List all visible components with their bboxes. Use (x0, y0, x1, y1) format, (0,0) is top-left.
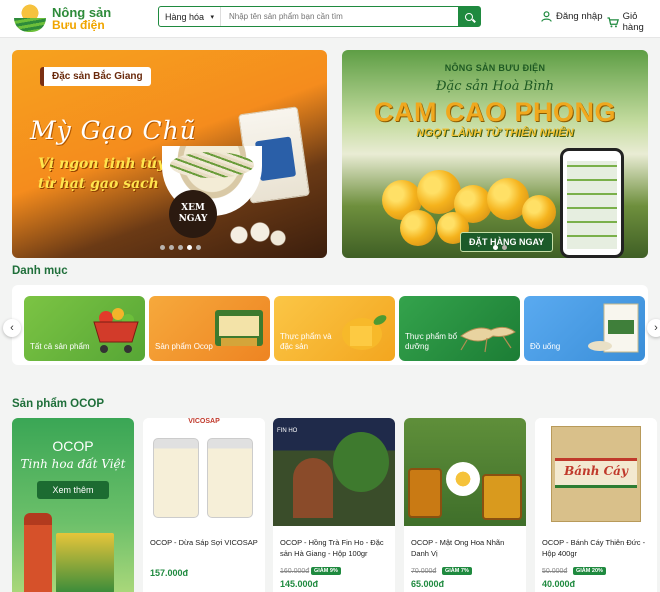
banner-my-gao-chu[interactable]: Đặc sản Bắc Giang Mỳ Gạo Chũ Vị ngon tin… (12, 50, 327, 258)
product-name: OCOP - Mật Ong Hoa Nhãn Danh Vị (411, 538, 505, 558)
carousel-dot[interactable] (160, 245, 165, 250)
login-label: Đăng nhập (556, 11, 603, 22)
user-icon (541, 11, 552, 22)
product-price: 40.000đ (542, 579, 576, 589)
category-nutritious-food[interactable]: Thực phẩm bổ dưỡng (399, 296, 520, 361)
category-food-specialty[interactable]: Thực phẩm và đặc sản (274, 296, 395, 361)
category-label: Thực phẩm và đặc sản (280, 332, 332, 351)
chevron-left-icon: ‹ (10, 322, 14, 334)
carousel-dot[interactable] (502, 245, 507, 250)
banner-cam-cao-phong[interactable]: NÔNG SẢN BƯU ĐIỆN Đặc sản Hoà Bình CAM C… (342, 50, 648, 258)
category-prev-arrow[interactable]: ‹ (3, 319, 21, 337)
product-image: VICOSAP (143, 418, 265, 526)
banner-slogan: NGỌT LÀNH TỪ THIÊN NHIÊN (416, 127, 574, 139)
discount-badge: GIẢM 7% (442, 567, 472, 575)
logo-line2: Bưu điện (52, 18, 105, 32)
product-name: OCOP - Hồng Trà Fin Ho - Đặc sản Hà Gian… (280, 538, 384, 558)
category-label: Sản phẩm Ocop (155, 342, 213, 351)
view-more-button[interactable]: Xem thêm (37, 481, 109, 499)
carousel-dot[interactable] (169, 245, 174, 250)
sauce-bottle-image (24, 513, 52, 592)
carousel-dot-active[interactable] (187, 245, 192, 250)
search-category-value: Hàng hóa (165, 11, 205, 22)
category-label: Đồ uống (530, 342, 561, 351)
category-list: Tất cả sản phẩm Sản phẩm Ocop Thực phẩm … (12, 285, 648, 365)
view-now-button[interactable]: XEM NGAY (169, 190, 217, 238)
category-drinks[interactable]: Đồ uống (524, 296, 645, 361)
cart-link[interactable]: Giỏ hàng (607, 11, 660, 33)
category-all-products[interactable]: Tất cả sản phẩm (24, 296, 145, 361)
category-label: Tất cả sản phẩm (30, 342, 90, 351)
product-price: 157.000đ (150, 568, 189, 578)
search-bar: Hàng hóa ▾ (158, 6, 481, 27)
cart-icon (607, 16, 619, 27)
shopping-cart-icon (93, 308, 139, 353)
chevron-right-icon: › (654, 322, 658, 334)
product-card[interactable]: Bánh Cáy OCOP - Bánh Cáy Thiên Đức - Hộp… (535, 418, 657, 592)
phone-mockup-image (560, 148, 624, 258)
tea-box-icon (588, 303, 639, 353)
category-ocop[interactable]: Sản phẩm Ocop (149, 296, 270, 361)
product-price: 145.000đ (280, 579, 319, 589)
promo-subtitle: Tinh hoa đất Việt (20, 457, 126, 471)
banner-tagline: Vị ngon tinh túy từ hạt gạo sạch (38, 156, 166, 192)
search-category-select[interactable]: Hàng hóa ▾ (159, 7, 221, 26)
categories-title: Danh mục (12, 265, 68, 277)
carousel-dot[interactable] (196, 245, 201, 250)
ginseng-icon (460, 326, 516, 353)
product-old-price: 160.000đ (280, 568, 310, 575)
banner-title: CAM CAO PHONG (374, 97, 616, 127)
cart-label: Giỏ hàng (622, 11, 644, 33)
product-image: FIN HO (273, 418, 395, 526)
search-button[interactable] (458, 7, 480, 26)
product-image: Bánh Cáy (535, 418, 657, 526)
products-title: Sản phẩm OCOP (12, 398, 105, 410)
ocop-promo-banner[interactable]: OCOP Tinh hoa đất Việt Xem thêm (12, 418, 134, 592)
banner-tag: Đặc sản Bắc Giang (40, 67, 151, 86)
promo-title: OCOP (52, 438, 94, 454)
mango-icon (342, 315, 387, 350)
product-image (404, 418, 526, 526)
category-label: Thực phẩm bổ dưỡng (405, 332, 458, 351)
search-icon (465, 12, 473, 21)
product-card[interactable]: FIN HO OCOP - Hồng Trà Fin Ho - Đặc sản … (273, 418, 395, 592)
carousel-dot[interactable] (178, 245, 183, 250)
product-card[interactable]: VICOSAP OCOP - Dừa Sáp Sợi VICOSAP 157.0… (143, 418, 265, 592)
discount-badge: GIẢM 9% (311, 567, 341, 575)
product-box-image (56, 533, 114, 592)
logo-icon (12, 4, 48, 34)
banner-title: Mỳ Gạo Chũ (30, 116, 197, 145)
gift-box-icon (215, 310, 263, 346)
product-name: OCOP - Dừa Sáp Sợi VICOSAP (150, 538, 258, 547)
category-next-arrow[interactable]: › (647, 319, 660, 337)
product-card[interactable]: OCOP - Mật Ong Hoa Nhãn Danh Vị 70.000đ … (404, 418, 526, 592)
site-header: Nông sản Bưu điện Hàng hóa ▾ Đăng nhập G… (0, 0, 660, 38)
rice-cubes-image (227, 220, 287, 250)
site-logo[interactable]: Nông sản Bưu điện (12, 4, 111, 34)
carousel-dots (160, 245, 201, 250)
orange-image (522, 195, 556, 229)
banner-brand: NÔNG SẢN BƯU ĐIỆN (444, 63, 546, 73)
chevron-down-icon: ▾ (210, 13, 214, 21)
carousel-dots (493, 245, 507, 250)
login-link[interactable]: Đăng nhập (541, 11, 602, 22)
product-old-price: 50.000đ (542, 568, 568, 575)
product-price: 65.000đ (411, 579, 445, 589)
discount-badge: GIẢM 20% (573, 567, 606, 575)
search-input[interactable] (221, 7, 458, 26)
product-name: OCOP - Bánh Cáy Thiên Đức - Hộp 400gr (542, 538, 646, 558)
banner-subtitle: Đặc sản Hoà Bình (435, 79, 555, 94)
product-old-price: 70.000đ (411, 568, 437, 575)
carousel-dot-active[interactable] (493, 245, 498, 250)
orange-image (400, 210, 436, 246)
